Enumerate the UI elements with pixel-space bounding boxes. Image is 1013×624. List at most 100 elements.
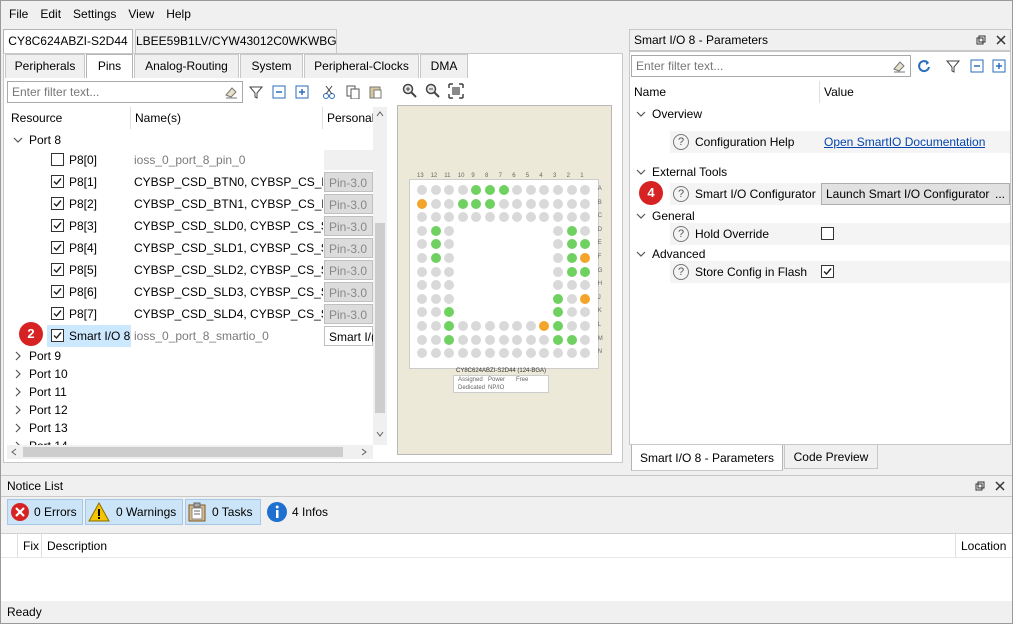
package-ball[interactable] xyxy=(498,321,509,331)
chevron-right-icon[interactable] xyxy=(13,369,23,379)
package-ball[interactable] xyxy=(444,266,455,277)
package-ball[interactable] xyxy=(430,334,441,345)
package-ball[interactable] xyxy=(430,293,441,304)
scroll-thumb[interactable] xyxy=(375,223,385,413)
package-ball[interactable] xyxy=(430,253,441,263)
help-icon[interactable]: ? xyxy=(673,134,689,150)
package-ball[interactable] xyxy=(566,307,577,318)
collapse-all-icon[interactable] xyxy=(969,58,985,74)
package-ball[interactable] xyxy=(566,321,577,331)
package-ball[interactable] xyxy=(457,321,468,331)
enable-checkbox[interactable] xyxy=(51,329,64,342)
package-ball[interactable] xyxy=(566,280,577,291)
col-description[interactable]: Description xyxy=(47,534,107,558)
cut-icon[interactable] xyxy=(321,84,337,100)
tab-analog-routing[interactable]: Analog-Routing xyxy=(134,54,239,78)
package-ball[interactable] xyxy=(512,198,523,209)
tasks-filter-button[interactable]: 0 Tasks xyxy=(185,499,261,525)
filter-icon[interactable] xyxy=(945,58,961,74)
chevron-right-icon[interactable] xyxy=(13,387,23,397)
chevron-down-icon[interactable] xyxy=(636,249,646,259)
package-ball[interactable] xyxy=(566,239,577,250)
close-icon[interactable] xyxy=(996,35,1006,45)
float-icon[interactable] xyxy=(975,481,985,491)
tab-device-wifi[interactable]: LBEE59B1LV/CYW43012C0WKWBG xyxy=(135,29,337,53)
tab-parameters[interactable]: Smart I/O 8 - Parameters xyxy=(631,445,783,471)
package-ball[interactable] xyxy=(580,198,591,209)
copy-icon[interactable] xyxy=(345,84,361,100)
tab-pins[interactable]: Pins xyxy=(86,54,133,78)
tab-peripheral-clocks[interactable]: Peripheral-Clocks xyxy=(304,54,419,78)
package-ball[interactable] xyxy=(553,253,563,263)
col-personality[interactable]: Personal xyxy=(323,107,373,129)
menu-file[interactable]: File xyxy=(3,1,34,27)
package-ball[interactable] xyxy=(553,225,563,236)
refresh-icon[interactable] xyxy=(916,58,932,74)
package-ball[interactable] xyxy=(417,321,427,331)
tab-dma[interactable]: DMA xyxy=(420,54,468,78)
filter-icon[interactable] xyxy=(248,84,264,100)
package-ball[interactable] xyxy=(457,334,468,345)
package-ball[interactable] xyxy=(566,293,577,304)
launch-configurator-button[interactable]: Launch Smart I/O Configurator ... xyxy=(821,183,1010,205)
package-ball[interactable] xyxy=(498,334,509,345)
package-ball[interactable] xyxy=(417,225,427,236)
chevron-down-icon[interactable] xyxy=(13,135,23,145)
hold-override-checkbox[interactable] xyxy=(821,227,834,240)
package-ball[interactable] xyxy=(444,334,455,345)
package-ball[interactable] xyxy=(417,293,427,304)
tab-device-main[interactable]: CY8C624ABZI-S2D44 xyxy=(3,29,133,53)
infos-filter-button[interactable]: 4 Infos xyxy=(263,499,333,525)
params-filter-input[interactable] xyxy=(632,56,910,76)
package-ball[interactable] xyxy=(457,185,468,195)
package-ball[interactable] xyxy=(457,198,468,209)
package-ball[interactable] xyxy=(430,307,441,318)
package-ball[interactable] xyxy=(457,212,468,223)
package-ball[interactable] xyxy=(430,266,441,277)
store-config-checkbox[interactable] xyxy=(821,265,834,278)
package-ball[interactable] xyxy=(553,198,563,209)
package-ball[interactable] xyxy=(444,225,455,236)
package-ball[interactable] xyxy=(430,348,441,359)
package-ball[interactable] xyxy=(430,239,441,250)
package-ball[interactable] xyxy=(580,293,591,304)
package-ball[interactable] xyxy=(417,185,427,195)
open-documentation-link[interactable]: Open SmartIO Documentation xyxy=(824,131,985,153)
help-icon[interactable]: ? xyxy=(673,186,689,202)
zoom-fit-icon[interactable] xyxy=(448,83,464,99)
scroll-thumb[interactable] xyxy=(23,447,343,457)
expand-all-icon[interactable] xyxy=(991,58,1007,74)
package-ball[interactable] xyxy=(485,321,495,331)
package-ball[interactable] xyxy=(566,198,577,209)
menu-settings[interactable]: Settings xyxy=(67,1,122,27)
package-ball[interactable] xyxy=(498,185,509,195)
enable-checkbox[interactable] xyxy=(51,285,64,298)
tab-peripherals[interactable]: Peripherals xyxy=(5,54,85,78)
package-ball[interactable] xyxy=(430,185,441,195)
menu-edit[interactable]: Edit xyxy=(34,1,67,27)
package-ball[interactable] xyxy=(430,280,441,291)
table-row-smartio[interactable]: Smart I/O 8 ioss_0_port_8_smartio_0 Smar… xyxy=(7,325,373,347)
package-ball[interactable] xyxy=(566,334,577,345)
chevron-down-icon[interactable] xyxy=(636,167,646,177)
scroll-right-icon[interactable] xyxy=(361,448,367,456)
expand-all-icon[interactable] xyxy=(294,84,310,100)
package-ball[interactable] xyxy=(471,334,482,345)
chevron-right-icon[interactable] xyxy=(13,405,23,415)
package-ball[interactable] xyxy=(498,212,509,223)
package-ball[interactable] xyxy=(566,225,577,236)
package-ball[interactable] xyxy=(430,225,441,236)
collapse-all-icon[interactable] xyxy=(271,84,287,100)
tree-item-port14[interactable]: Port 14 xyxy=(7,435,373,445)
pin-personality[interactable]: Pin-3.0 xyxy=(324,194,373,214)
package-ball[interactable] xyxy=(553,293,563,304)
errors-filter-button[interactable]: 0 Errors xyxy=(7,499,83,525)
enable-checkbox[interactable] xyxy=(51,153,64,166)
col-location[interactable]: Location xyxy=(961,534,1006,558)
package-ball[interactable] xyxy=(580,334,591,345)
zoom-in-icon[interactable] xyxy=(402,83,418,99)
package-ball[interactable] xyxy=(553,334,563,345)
package-ball[interactable] xyxy=(553,266,563,277)
package-ball[interactable] xyxy=(417,266,427,277)
package-ball[interactable] xyxy=(539,198,550,209)
